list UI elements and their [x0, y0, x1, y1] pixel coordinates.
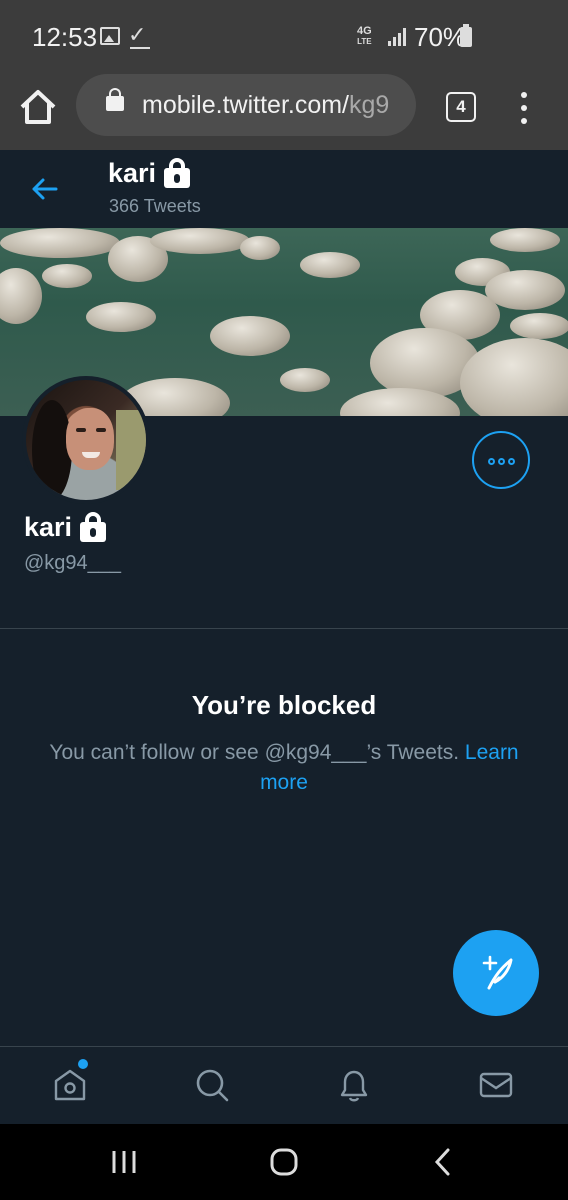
home-icon[interactable] — [50, 1065, 90, 1105]
battery-percent: 70% — [414, 22, 467, 52]
checkmark-underline — [130, 47, 150, 49]
notification-dot — [78, 1059, 88, 1069]
mail-icon[interactable] — [476, 1065, 516, 1105]
lock-icon — [106, 88, 124, 111]
profile-header-bar: kari 366 Tweets — [0, 150, 568, 228]
url-text: mobile.twitter.com/kg9 — [142, 91, 389, 120]
profile-avatar[interactable] — [22, 376, 150, 504]
profile-display-name: kari — [24, 512, 73, 542]
browser-toolbar: mobile.twitter.com/kg9 4 — [0, 62, 568, 150]
status-bar: 12:53 ✓ 4G LTE 70% — [0, 0, 568, 62]
tweet-count: 366 Tweets — [109, 196, 201, 216]
protected-lock-icon — [80, 511, 107, 542]
system-navigation — [0, 1124, 568, 1200]
url-host: mobile.twitter.com/ — [142, 91, 350, 119]
blocked-title: You’re blocked — [191, 690, 377, 720]
android-back-icon[interactable] — [424, 1146, 464, 1178]
compose-tweet-button[interactable] — [453, 930, 539, 1016]
status-time: 12:53 — [32, 22, 98, 52]
profile-handle: @kg94___ — [24, 552, 122, 574]
android-home-icon[interactable] — [264, 1146, 304, 1178]
more-vert-icon[interactable] — [512, 90, 536, 126]
protected-lock-icon — [164, 157, 191, 188]
bottom-navigation — [0, 1046, 568, 1124]
image-icon — [100, 27, 120, 45]
more-options-button[interactable] — [472, 431, 530, 489]
blocked-message: You can’t follow or see @kg94___’s Tweet… — [36, 738, 532, 798]
battery-icon — [460, 24, 472, 47]
url-path: kg9 — [349, 91, 390, 119]
home-icon[interactable] — [18, 88, 58, 126]
network-4g-icon: 4G LTE — [357, 25, 372, 47]
compose-feather-icon — [482, 955, 513, 990]
profile-name: kari — [24, 511, 107, 543]
address-bar[interactable]: mobile.twitter.com/kg9 — [76, 74, 416, 136]
tab-switcher-button[interactable]: 4 — [446, 92, 476, 122]
recent-apps-icon[interactable] — [104, 1146, 144, 1178]
blocked-message-text: You can’t follow or see @kg94___’s Tweet… — [49, 741, 460, 764]
back-arrow-icon[interactable] — [28, 172, 62, 206]
bell-icon[interactable] — [334, 1065, 374, 1105]
search-icon[interactable] — [192, 1065, 232, 1105]
signal-icon — [386, 28, 410, 46]
divider — [0, 628, 568, 629]
header-name: kari — [108, 158, 157, 188]
checkmark-icon: ✓ — [128, 22, 147, 47]
header-title: kari — [108, 157, 191, 189]
